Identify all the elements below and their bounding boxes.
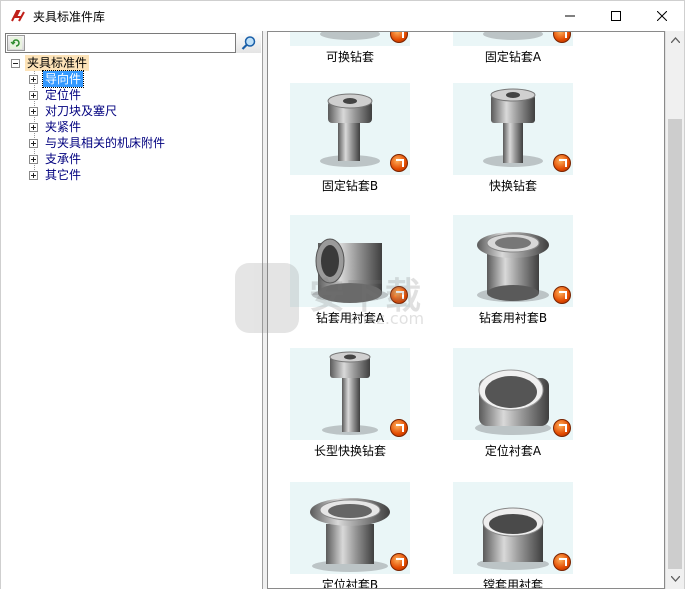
gallery-scrollbar[interactable] xyxy=(665,31,684,589)
expand-toggle-icon[interactable] xyxy=(29,139,38,148)
insert-part-icon[interactable] xyxy=(553,419,571,437)
search-input[interactable] xyxy=(28,35,232,51)
part-thumbnail[interactable] xyxy=(290,482,410,574)
chevron-down-icon xyxy=(670,576,680,582)
app-window: 夹具标准件库 夹具标准件 导向件 定位件 对刀块及塞尺 夹紧件 与夹具相关的机床… xyxy=(0,0,685,589)
tree-root-label[interactable]: 夹具标准件 xyxy=(25,55,90,71)
chevron-up-icon xyxy=(670,37,680,43)
insert-part-icon[interactable] xyxy=(553,154,571,172)
part-label: 定位衬套A xyxy=(484,444,542,458)
part-thumbnail[interactable] xyxy=(453,348,573,440)
part-thumbnail[interactable] xyxy=(290,348,410,440)
part-thumbnail[interactable] xyxy=(290,32,410,46)
search-bar xyxy=(5,33,261,53)
tree-item-label[interactable]: 与夹具相关的机床附件 xyxy=(43,135,167,151)
watermark-logo: 安下载 anxz.com xyxy=(235,263,455,335)
tree-item-label[interactable]: 对刀块及塞尺 xyxy=(43,103,119,119)
gallery-item[interactable]: 可换钻套 xyxy=(290,32,410,64)
part-label: 长型快换钻套 xyxy=(313,444,386,458)
close-button[interactable] xyxy=(639,1,685,31)
watermark-shield-icon xyxy=(235,263,299,333)
tree-item-label[interactable]: 夹紧件 xyxy=(43,119,83,135)
expand-toggle-icon[interactable] xyxy=(29,171,38,180)
part-label: 定位衬套B xyxy=(321,578,379,589)
gallery-item[interactable]: 镗套用衬套 xyxy=(453,482,573,588)
maximize-button[interactable] xyxy=(593,1,639,31)
minimize-icon xyxy=(565,15,575,17)
tree-item-label[interactable]: 定位件 xyxy=(43,87,83,103)
magnifier-icon xyxy=(241,36,255,50)
part-thumbnail[interactable] xyxy=(453,83,573,175)
gallery-item[interactable]: 长型快换钻套 xyxy=(290,348,410,458)
search-button[interactable] xyxy=(235,33,261,53)
category-pane: 夹具标准件 导向件 定位件 对刀块及塞尺 夹紧件 与夹具相关的机床附件 支承件 … xyxy=(1,31,263,589)
insert-part-icon[interactable] xyxy=(390,553,408,571)
gallery-item[interactable]: 固定钻套A xyxy=(453,32,573,64)
gallery-item[interactable]: 定位衬套B xyxy=(290,482,410,588)
app-logo-icon xyxy=(11,10,25,22)
gallery-item[interactable]: 钻套用衬套B xyxy=(453,215,573,325)
collapse-toggle-icon[interactable] xyxy=(11,59,20,68)
refresh-button[interactable] xyxy=(7,35,25,51)
scroll-thumb[interactable] xyxy=(668,119,682,569)
insert-part-icon[interactable] xyxy=(553,553,571,571)
scroll-down-button[interactable] xyxy=(666,570,684,588)
close-icon xyxy=(657,11,667,21)
part-thumbnail[interactable] xyxy=(290,83,410,175)
insert-part-icon[interactable] xyxy=(390,419,408,437)
insert-part-icon[interactable] xyxy=(553,286,571,304)
scroll-up-button[interactable] xyxy=(666,31,684,49)
insert-part-icon[interactable] xyxy=(390,154,408,172)
part-thumbnail[interactable] xyxy=(453,215,573,307)
watermark-subtext: anxz.com xyxy=(347,309,425,328)
expand-toggle-icon[interactable] xyxy=(29,91,38,100)
minimize-button[interactable] xyxy=(547,1,593,31)
gallery-item[interactable]: 快换钻套 xyxy=(453,83,573,193)
part-label: 固定钻套A xyxy=(484,50,542,64)
refresh-icon xyxy=(10,37,22,49)
window-title: 夹具标准件库 xyxy=(33,10,106,24)
expand-toggle-icon[interactable] xyxy=(29,123,38,132)
title-bar: 夹具标准件库 xyxy=(1,1,684,31)
part-label: 可换钻套 xyxy=(325,50,374,64)
tree-item-label[interactable]: 导向件 xyxy=(41,70,85,88)
part-label: 快换钻套 xyxy=(488,179,537,193)
expand-toggle-icon[interactable] xyxy=(29,155,38,164)
part-label: 镗套用衬套 xyxy=(482,578,543,589)
expand-toggle-icon[interactable] xyxy=(29,75,38,84)
maximize-icon xyxy=(611,11,621,21)
part-label: 固定钻套B xyxy=(321,179,379,193)
tree-item-label[interactable]: 其它件 xyxy=(43,167,83,183)
gallery-item[interactable]: 固定钻套B xyxy=(290,83,410,193)
tree-item-label[interactable]: 支承件 xyxy=(43,151,83,167)
expand-toggle-icon[interactable] xyxy=(29,107,38,116)
part-thumbnail[interactable] xyxy=(453,482,573,574)
part-label: 钻套用衬套B xyxy=(478,311,548,325)
part-thumbnail[interactable] xyxy=(453,32,573,46)
gallery-item[interactable]: 定位衬套A xyxy=(453,348,573,458)
